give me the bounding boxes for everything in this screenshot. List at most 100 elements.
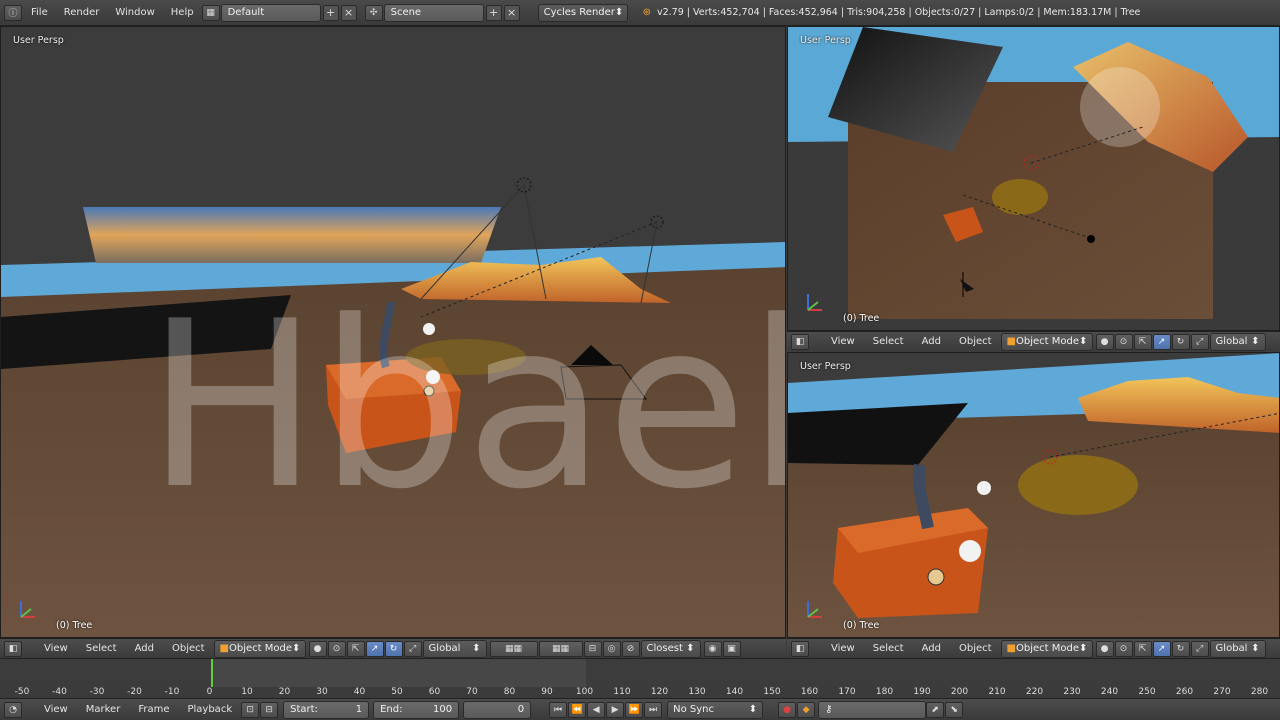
bottom-right-3d-viewport[interactable]: User Persp (0) Tree — [787, 352, 1280, 638]
timeline-tick-label: -20 — [127, 687, 142, 697]
pivot-point-icon[interactable]: ⊙ — [1114, 640, 1133, 657]
end-frame-field[interactable]: End: 100 — [373, 700, 460, 719]
sync-select[interactable]: No Sync ⬍ — [667, 700, 764, 719]
camera-icon[interactable]: ▣ — [722, 640, 741, 657]
rotate-icon[interactable]: ↻ — [1171, 333, 1190, 350]
remove-scene-icon[interactable]: × — [503, 4, 520, 21]
menu-object[interactable]: Object — [950, 336, 1001, 347]
lock-range-icon[interactable]: ⊟ — [260, 701, 279, 718]
keying-set-icon[interactable]: ◆ — [797, 701, 816, 718]
play-icon[interactable]: ▶ — [606, 701, 625, 718]
bottom-right-viewport-header: ◧ View Select Add Object ■ Object Mode ⬍ ●… — [787, 638, 1280, 658]
lock-icon[interactable]: ⊟ — [583, 640, 602, 657]
menu-select[interactable]: Select — [864, 336, 913, 347]
main-3d-viewport[interactable]: Hbaek User Persp (0) Tree — [0, 26, 786, 638]
menu-window[interactable]: Window — [107, 0, 162, 26]
scale-icon[interactable]: ⤢ — [1190, 333, 1209, 350]
snap-icon[interactable]: ⊘ — [621, 640, 640, 657]
main-viewport-header: ◧ View Select Add Object ■ Object Mode ⬍ ●… — [0, 638, 786, 658]
layers-icon-2[interactable]: ▦▦ — [538, 640, 583, 657]
manipulator-icon[interactable]: ⇱ — [1133, 640, 1152, 657]
opengl-render-icon[interactable]: ◉ — [703, 640, 722, 657]
viewport-shading-icon[interactable]: ● — [308, 640, 327, 657]
current-frame-field[interactable]: 0 — [463, 700, 532, 719]
menu-view[interactable]: View — [822, 336, 864, 347]
prev-keyframe-icon[interactable]: ⏪ — [568, 701, 587, 718]
timeline-editor[interactable]: -50 -40 -30 -20 -10 0 10 20 30 40 50 60 70 80 90 100 110… — [0, 658, 1280, 699]
translate-icon[interactable]: ↗ — [1152, 333, 1171, 350]
layout-field[interactable]: Default — [220, 3, 321, 22]
editor-type-icon[interactable]: ◧ — [791, 640, 809, 657]
delete-keyframe-icon[interactable]: ⬊ — [945, 701, 964, 718]
timeline-tick-label: 270 — [1213, 687, 1231, 697]
viewport-shading-icon[interactable]: ● — [1095, 333, 1114, 350]
orientation-select[interactable]: Global ⬍ — [422, 639, 487, 658]
menu-select[interactable]: Select — [864, 643, 913, 654]
translate-icon[interactable]: ↗ — [365, 640, 384, 657]
timeline-tick-label: -50 — [14, 687, 30, 697]
scale-icon[interactable]: ⤢ — [403, 640, 422, 657]
menu-file[interactable]: File — [23, 0, 56, 26]
menu-render[interactable]: Render — [56, 0, 108, 26]
orientation-select[interactable]: Global ⬍ — [1209, 332, 1266, 351]
start-frame-field[interactable]: Start: 1 — [283, 700, 370, 719]
layout-icon[interactable]: ▦ — [201, 4, 220, 21]
mode-select[interactable]: ■ Object Mode ⬍ — [1000, 639, 1093, 658]
mode-select[interactable]: ■ Object Mode ⬍ — [1000, 332, 1093, 351]
menu-select[interactable]: Select — [77, 643, 126, 654]
timeline-tick-label: -30 — [89, 687, 105, 697]
jump-end-icon[interactable]: ⏭ — [644, 701, 663, 718]
scene-field[interactable]: Scene — [383, 3, 484, 22]
timeline-track[interactable] — [0, 659, 1280, 687]
add-layout-icon[interactable]: + — [322, 4, 339, 21]
timeline-playhead[interactable] — [211, 659, 213, 687]
mode-label: Object Mode — [229, 643, 292, 654]
insert-keyframe-icon[interactable]: ⬈ — [926, 701, 945, 718]
manipulator-icon[interactable]: ⇱ — [1133, 333, 1152, 350]
next-keyframe-icon[interactable]: ⏩ — [625, 701, 644, 718]
scale-icon[interactable]: ⤢ — [1190, 640, 1209, 657]
timeline-tick-label: -10 — [164, 687, 180, 697]
menu-view[interactable]: View — [822, 643, 864, 654]
snap-target-select[interactable]: Closest ⬍ — [640, 639, 701, 658]
top-right-3d-viewport[interactable]: User Persp (0) Tree — [787, 26, 1280, 331]
remove-layout-icon[interactable]: × — [340, 4, 357, 21]
orientation-select[interactable]: Global ⬍ — [1209, 639, 1266, 658]
viewport-shading-icon[interactable]: ● — [1095, 640, 1114, 657]
play-reverse-icon[interactable]: ◀ — [587, 701, 606, 718]
editor-type-icon[interactable]: ◧ — [4, 640, 22, 657]
menu-add[interactable]: Add — [913, 643, 950, 654]
menu-object[interactable]: Object — [163, 643, 214, 654]
manipulator-icon[interactable]: ⇱ — [346, 640, 365, 657]
menu-marker[interactable]: Marker — [77, 704, 130, 715]
editor-type-icon[interactable]: ⓘ — [4, 4, 22, 21]
keying-set-field[interactable]: ⚷ — [818, 700, 927, 719]
record-icon[interactable]: ● — [778, 701, 797, 718]
rotate-icon[interactable]: ↻ — [384, 640, 403, 657]
menu-view[interactable]: View — [35, 643, 77, 654]
menu-help[interactable]: Help — [163, 0, 202, 26]
pivot-point-icon[interactable]: ⊙ — [1114, 333, 1133, 350]
pivot-point-icon[interactable]: ⊙ — [327, 640, 346, 657]
menu-frame[interactable]: Frame — [129, 704, 178, 715]
dropdown-arrow-icon: ⬍ — [1079, 643, 1088, 654]
menu-playback[interactable]: Playback — [178, 704, 241, 715]
editor-type-icon[interactable]: ◧ — [791, 333, 809, 350]
jump-start-icon[interactable]: ⏮ — [549, 701, 568, 718]
timeline-tick-label: 120 — [650, 687, 669, 697]
menu-view[interactable]: View — [35, 704, 77, 715]
preview-range-icon[interactable]: ⊡ — [241, 701, 260, 718]
layers-icon[interactable]: ▦▦ — [489, 640, 538, 657]
scene-icon[interactable]: ✣ — [364, 4, 383, 21]
menu-add[interactable]: Add — [913, 336, 950, 347]
blender-window: ⓘ File Render Window Help ▦ Default + × … — [0, 0, 1280, 720]
render-engine-select[interactable]: Cycles Render ⬍ — [537, 3, 628, 22]
mode-select[interactable]: ■ Object Mode ⬍ — [213, 639, 306, 658]
menu-object[interactable]: Object — [950, 643, 1001, 654]
editor-type-icon[interactable]: ◔ — [4, 701, 22, 718]
menu-add[interactable]: Add — [126, 643, 163, 654]
rotate-icon[interactable]: ↻ — [1171, 640, 1190, 657]
add-scene-icon[interactable]: + — [485, 4, 502, 21]
translate-icon[interactable]: ↗ — [1152, 640, 1171, 657]
proportional-edit-icon[interactable]: ◎ — [602, 640, 621, 657]
